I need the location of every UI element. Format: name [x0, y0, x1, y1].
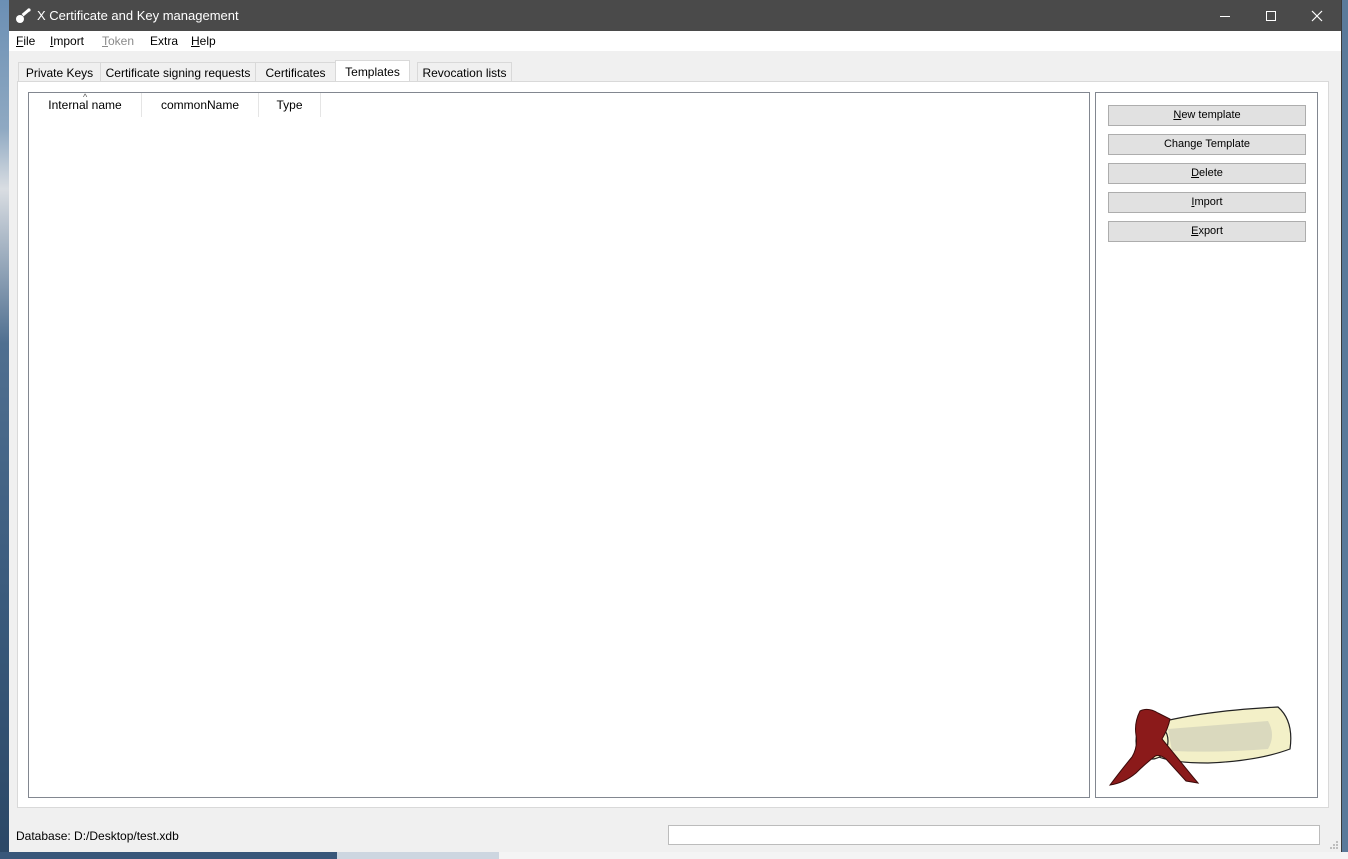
minimize-button[interactable]: [1202, 0, 1248, 31]
app-certificate-icon: [16, 8, 31, 23]
menu-extra[interactable]: Extra: [150, 34, 178, 48]
window-title: X Certificate and Key management: [37, 8, 239, 23]
size-grip-icon[interactable]: [1329, 840, 1339, 850]
menu-token[interactable]: Token: [102, 34, 134, 48]
progress-bar: [668, 825, 1320, 845]
tab-certificate-signing-requests[interactable]: Certificate signing requests: [100, 62, 256, 82]
app-window: X Certificate and Key management File Im…: [9, 0, 1342, 853]
menu-bar: File Import Token Extra Help: [9, 31, 1341, 51]
menu-help[interactable]: Help: [191, 34, 216, 48]
new-template-button[interactable]: New template: [1108, 105, 1306, 126]
column-header-type[interactable]: Type: [259, 93, 321, 117]
change-template-button[interactable]: Change Template: [1108, 134, 1306, 155]
menu-file[interactable]: File: [16, 34, 35, 48]
tab-private-keys[interactable]: Private Keys: [18, 62, 101, 82]
button-panel: New template Change Template Delete Impo…: [1095, 92, 1318, 798]
sort-ascending-icon: ^: [83, 92, 88, 102]
database-status-label: Database: D:/Desktop/test.xdb: [16, 829, 179, 843]
export-button[interactable]: Export: [1108, 221, 1306, 242]
title-bar[interactable]: X Certificate and Key management: [9, 0, 1341, 31]
minimize-icon: [1220, 15, 1230, 17]
templates-list[interactable]: ^ Internal name commonName Type: [28, 92, 1090, 798]
close-button[interactable]: [1294, 0, 1340, 31]
delete-button[interactable]: Delete: [1108, 163, 1306, 184]
tab-certificates[interactable]: Certificates: [255, 62, 336, 82]
maximize-button[interactable]: [1248, 0, 1294, 31]
column-header-commonname[interactable]: commonName: [142, 93, 259, 117]
menu-import[interactable]: Import: [50, 34, 84, 48]
column-header-internal-name[interactable]: ^ Internal name: [29, 92, 142, 117]
taskbar-edge: [0, 852, 1348, 859]
maximize-icon: [1266, 10, 1276, 21]
tab-revocation-lists[interactable]: Revocation lists: [417, 62, 512, 82]
desktop-background: [0, 0, 9, 859]
import-button[interactable]: Import: [1108, 192, 1306, 213]
templates-tab-pane: ^ Internal name commonName Type New temp…: [17, 81, 1329, 808]
close-icon: [1311, 10, 1323, 21]
scroll-illustration-icon: [1108, 706, 1292, 786]
